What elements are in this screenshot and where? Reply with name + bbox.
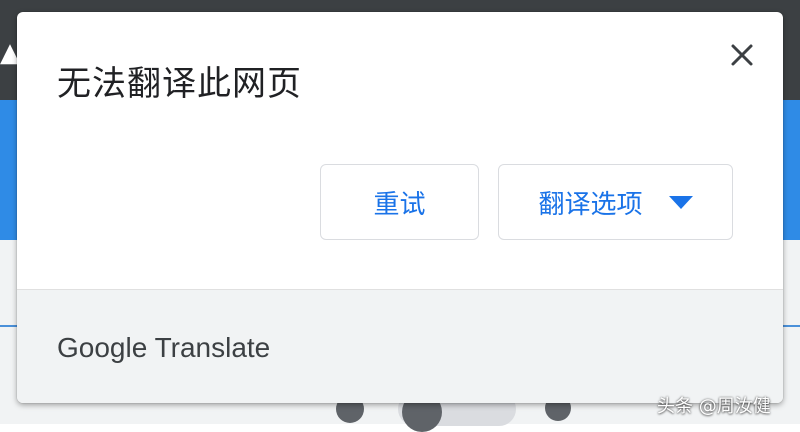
retry-button-label: 重试 <box>373 189 426 220</box>
dialog-footer: Google Translate <box>17 289 783 403</box>
watermark-text: 头条 @周汝健 <box>657 396 771 417</box>
retry-button[interactable]: 重试 <box>320 164 479 240</box>
google-translate-brand: Google Translate <box>57 332 271 363</box>
dialog-title: 无法翻译此网页 <box>57 64 302 104</box>
caret-down-icon <box>668 195 693 209</box>
page-logo-fragment: ▲ <box>0 38 20 68</box>
close-icon <box>731 44 753 66</box>
translate-dialog: 无法翻译此网页 重试 翻译选项 Google Translate <box>17 12 783 403</box>
translate-options-label: 翻译选项 <box>538 189 643 220</box>
close-button[interactable] <box>729 42 755 68</box>
translate-options-button[interactable]: 翻译选项 <box>498 164 733 240</box>
